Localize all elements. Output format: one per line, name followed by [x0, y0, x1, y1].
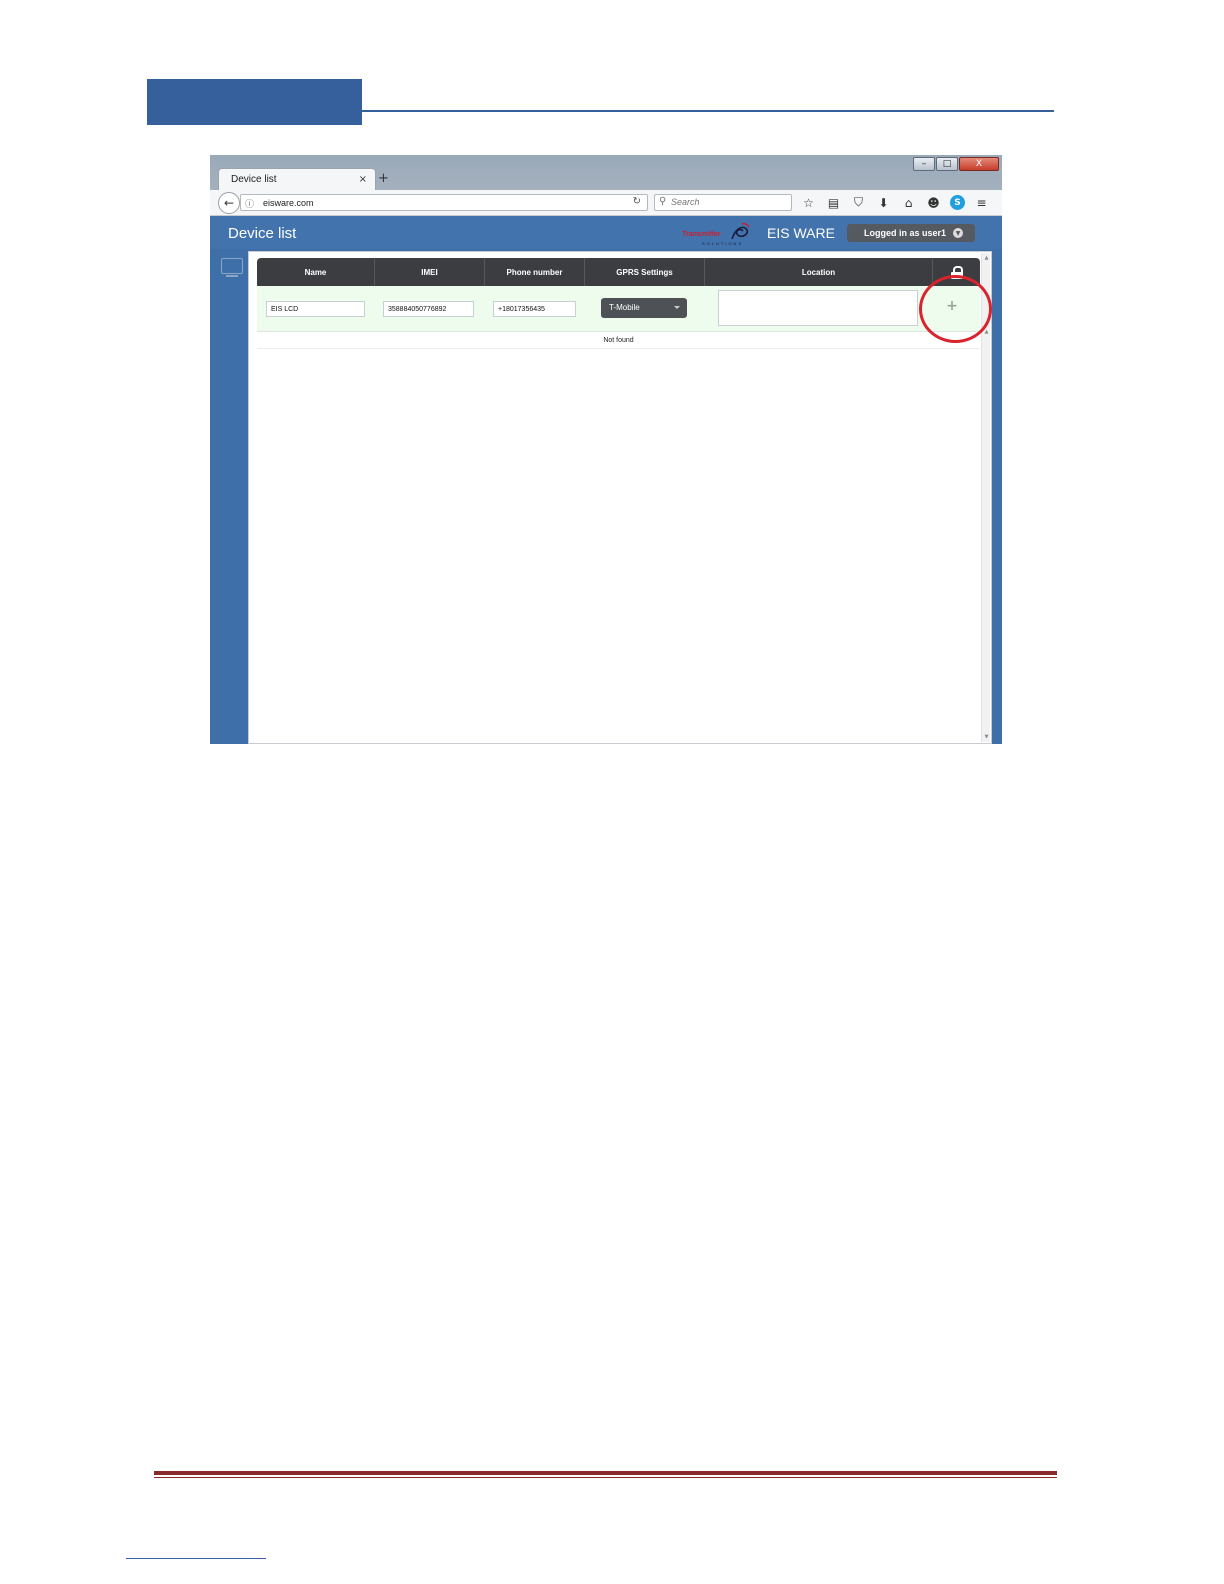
monitor-icon[interactable] [221, 258, 243, 277]
app-header: Device list Transmitter SOLUTIONS EIS WA… [210, 216, 1002, 249]
chevron-down-icon: ▼ [953, 228, 963, 238]
address-bar[interactable]: ⓘ eisware.com ↻ [240, 194, 648, 211]
doc-footer-link-underline [126, 1558, 266, 1559]
device-name-input[interactable] [266, 301, 365, 317]
app-area: Device list Transmitter SOLUTIONS EIS WA… [210, 216, 1002, 744]
toolbar-icons: ☆ ▤ ⛉ ⬇ ⌂ ☻ S ≡ [800, 195, 990, 210]
location-input[interactable] [718, 290, 918, 326]
user-menu-button[interactable]: Logged in as user1 ▼ [847, 224, 975, 242]
gprs-settings-select[interactable]: T-Mobile [601, 298, 687, 318]
browser-window: – □ X Device list × + ← ⓘ eisware.com ↻ … [210, 155, 1002, 744]
doc-footer-rule-thin [154, 1477, 1057, 1478]
pocket-icon[interactable]: ⛉ [850, 195, 867, 210]
logo-text: Transmitter [682, 231, 721, 238]
chat-icon[interactable]: ☻ [925, 195, 942, 210]
reload-icon[interactable]: ↻ [633, 196, 641, 207]
browser-tab[interactable]: Device list × [218, 168, 376, 190]
back-arrow-icon: ← [223, 196, 235, 210]
transmitter-logo: Transmitter SOLUTIONS [682, 221, 752, 247]
highlight-circle [919, 275, 992, 343]
gprs-selected-value: T-Mobile [609, 303, 640, 312]
empty-message: Not found [257, 333, 980, 349]
url-text: eisware.com [263, 198, 314, 208]
device-table-panel: Name IMEI Phone number GPRS Settings Loc… [248, 251, 992, 744]
doc-footer-rule [154, 1471, 1057, 1475]
search-bar[interactable]: ⚲ [654, 194, 792, 211]
menu-icon[interactable]: ≡ [973, 195, 990, 210]
column-header-gprs[interactable]: GPRS Settings [585, 258, 705, 286]
browser-toolbar: ← ⓘ eisware.com ↻ ⚲ ☆ ▤ ⛉ ⬇ ⌂ ☻ S ≡ [210, 190, 1002, 216]
column-header-name[interactable]: Name [257, 258, 375, 286]
back-button[interactable]: ← [218, 192, 240, 214]
skype-icon[interactable]: S [950, 195, 965, 210]
new-device-row: T-Mobile + [257, 286, 980, 332]
star-icon[interactable]: ☆ [800, 195, 817, 210]
dropdown-caret-icon [674, 306, 680, 309]
info-icon[interactable]: ⓘ [245, 197, 254, 210]
column-header-location[interactable]: Location [705, 258, 933, 286]
imei-input[interactable] [383, 301, 474, 317]
reading-list-icon[interactable]: ▤ [825, 195, 842, 210]
new-tab-button[interactable]: + [378, 171, 389, 186]
doc-header-block [147, 79, 362, 125]
download-icon[interactable]: ⬇ [875, 195, 892, 210]
table-header: Name IMEI Phone number GPRS Settings Loc… [257, 258, 980, 286]
scroll-up-icon[interactable]: ▲ [983, 255, 990, 261]
logo-swirl-icon [731, 223, 750, 240]
brand-name: EIS WARE [767, 225, 835, 241]
user-menu-label: Logged in as user1 [864, 228, 947, 238]
page-title: Device list [228, 225, 297, 242]
tab-close-icon[interactable]: × [359, 174, 367, 185]
phone-number-input[interactable] [493, 301, 576, 317]
scroll-down-icon[interactable]: ▼ [983, 734, 990, 740]
maximize-button[interactable]: □ [936, 157, 958, 171]
tab-title: Device list [231, 174, 277, 185]
close-window-button[interactable]: X [959, 157, 999, 171]
window-controls: – □ X [913, 157, 999, 171]
search-icon: ⚲ [659, 196, 667, 207]
doc-header-rule [362, 110, 1054, 112]
home-icon[interactable]: ⌂ [900, 195, 917, 210]
search-input[interactable] [671, 197, 789, 207]
column-header-phone[interactable]: Phone number [485, 258, 585, 286]
minimize-button[interactable]: – [913, 157, 935, 171]
column-header-imei[interactable]: IMEI [375, 258, 485, 286]
